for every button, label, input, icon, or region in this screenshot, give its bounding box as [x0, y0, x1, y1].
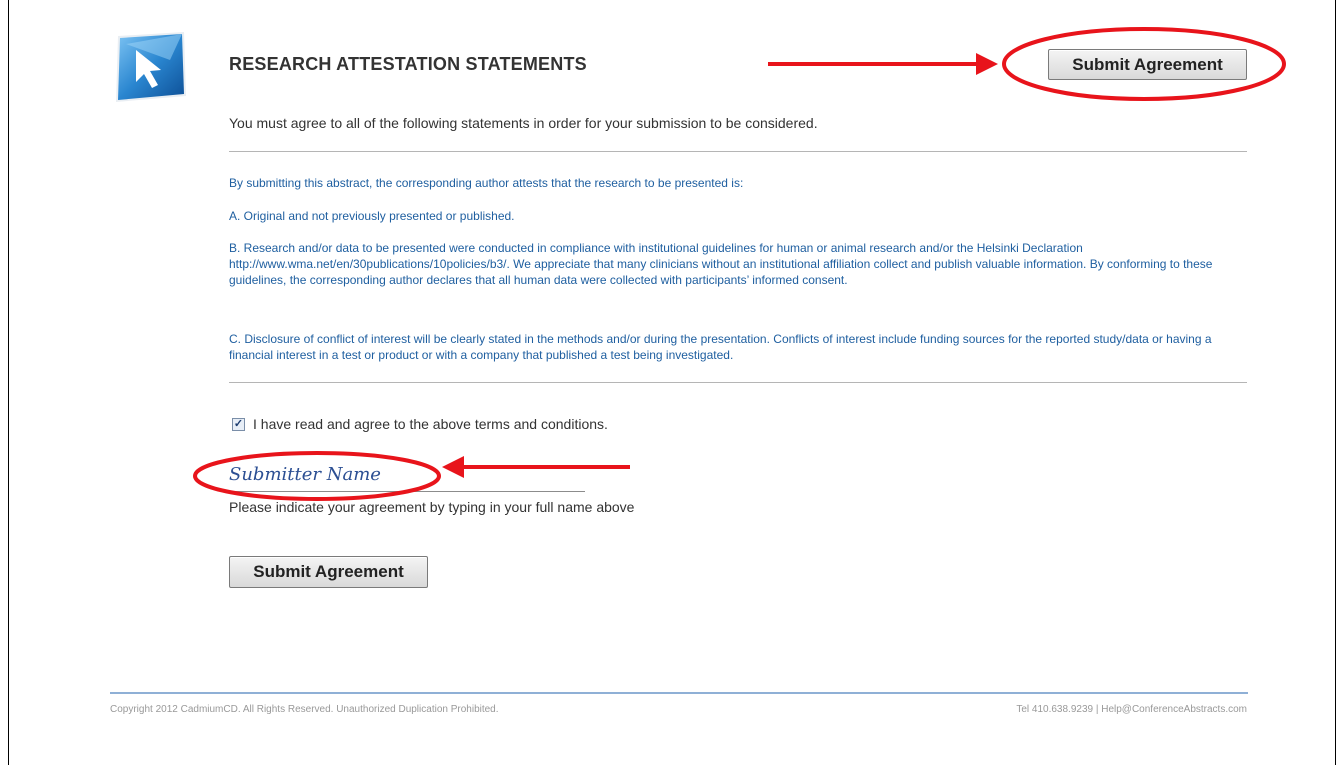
checkmark-icon: ✓ — [233, 417, 244, 430]
name-hint: Please indicate your agreement by typing… — [229, 499, 635, 515]
footer-divider — [110, 692, 1248, 694]
terms-lead: By submitting this abstract, the corresp… — [229, 176, 744, 190]
term-b: B. Research and/or data to be presented … — [229, 241, 1213, 287]
agree-row: ✓ I have read and agree to the above ter… — [232, 416, 608, 432]
divider — [229, 151, 1247, 152]
divider — [229, 382, 1247, 383]
footer-contact: Tel 410.638.9239 | Help@ConferenceAbstra… — [1016, 704, 1247, 715]
cursor-arrow-logo-icon — [116, 32, 186, 102]
submitter-name-input[interactable]: Submitter Name — [229, 462, 585, 492]
term-c: C. Disclosure of conflict of interest wi… — [229, 332, 1212, 362]
submit-agreement-button-top[interactable]: Submit Agreement — [1048, 49, 1247, 80]
agree-label: I have read and agree to the above terms… — [253, 416, 608, 432]
page-title: RESEARCH ATTESTATION STATEMENTS — [229, 54, 587, 74]
agree-checkbox[interactable]: ✓ — [232, 417, 245, 431]
intro-text: You must agree to all of the following s… — [229, 115, 818, 131]
footer-copyright: Copyright 2012 CadmiumCD. All Rights Res… — [110, 704, 499, 715]
submit-agreement-button[interactable]: Submit Agreement — [229, 556, 428, 588]
term-a: A. Original and not previously presented… — [229, 209, 515, 223]
